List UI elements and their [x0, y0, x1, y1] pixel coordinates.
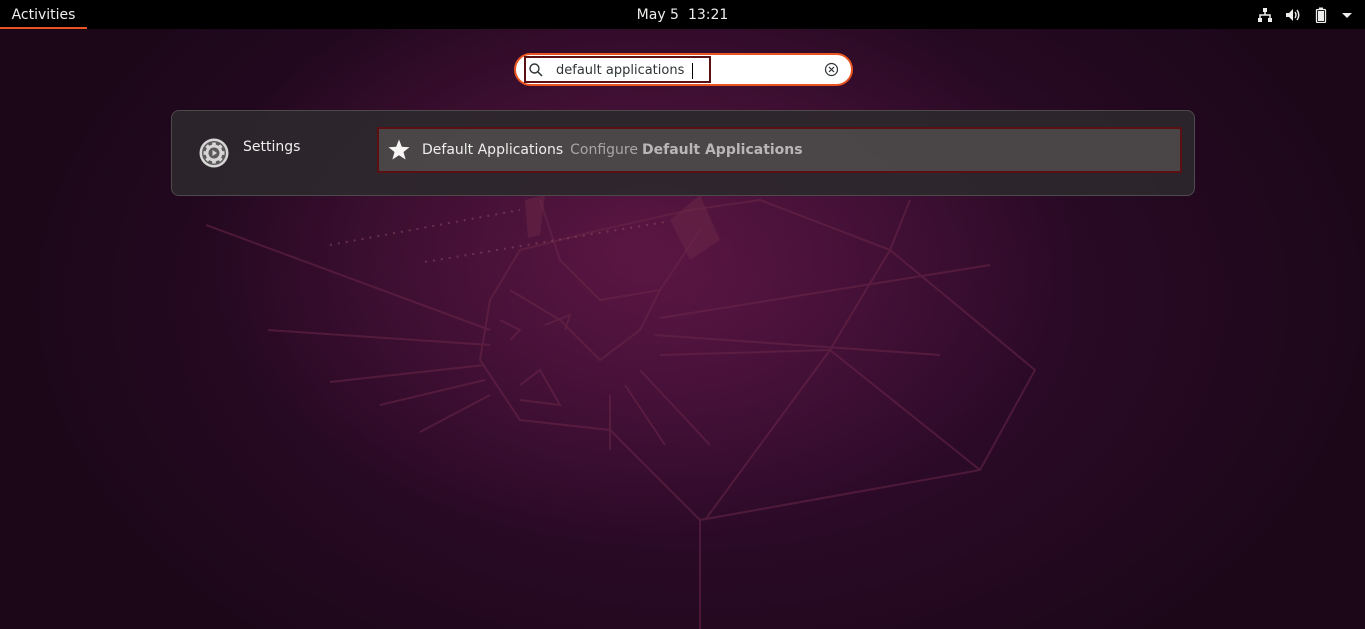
volume-icon [1286, 8, 1300, 21]
activities-button[interactable]: Activities [0, 0, 87, 29]
search-box[interactable] [514, 53, 853, 86]
top-bar: Activities May 5 13:21 [0, 0, 1365, 29]
star-icon [388, 139, 410, 160]
clock-button[interactable]: May 5 13:21 [0, 0, 1365, 29]
provider-label: Settings [243, 139, 301, 155]
activities-label: Activities [11, 6, 76, 23]
search-icon [529, 63, 543, 77]
result-default-applications[interactable]: Default Applications Configure Default A… [377, 127, 1182, 173]
system-tray[interactable] [1257, 0, 1353, 29]
clear-icon[interactable] [824, 62, 839, 77]
clock-time[interactable]: 13:21 [688, 7, 728, 23]
system-menu-arrow-icon [1342, 12, 1352, 18]
battery-icon [1315, 7, 1327, 23]
result-name: Default Applications [422, 142, 564, 158]
text-caret [692, 63, 693, 79]
search-results-panel: Settings Default Applications Configure … [171, 110, 1195, 196]
result-description-match: Default Applications [641, 142, 803, 158]
search-input[interactable] [556, 61, 706, 80]
result-description: Configure [570, 142, 638, 158]
provider-settings[interactable]: Settings [198, 135, 348, 175]
clock-date[interactable]: May 5 [637, 7, 679, 23]
settings-gear-icon [199, 138, 229, 168]
desktop-overview: Activities May 5 13:21 default applicati… [0, 0, 1365, 629]
wallpaper-illustration [205, 195, 1037, 629]
network-icon [1258, 7, 1272, 22]
